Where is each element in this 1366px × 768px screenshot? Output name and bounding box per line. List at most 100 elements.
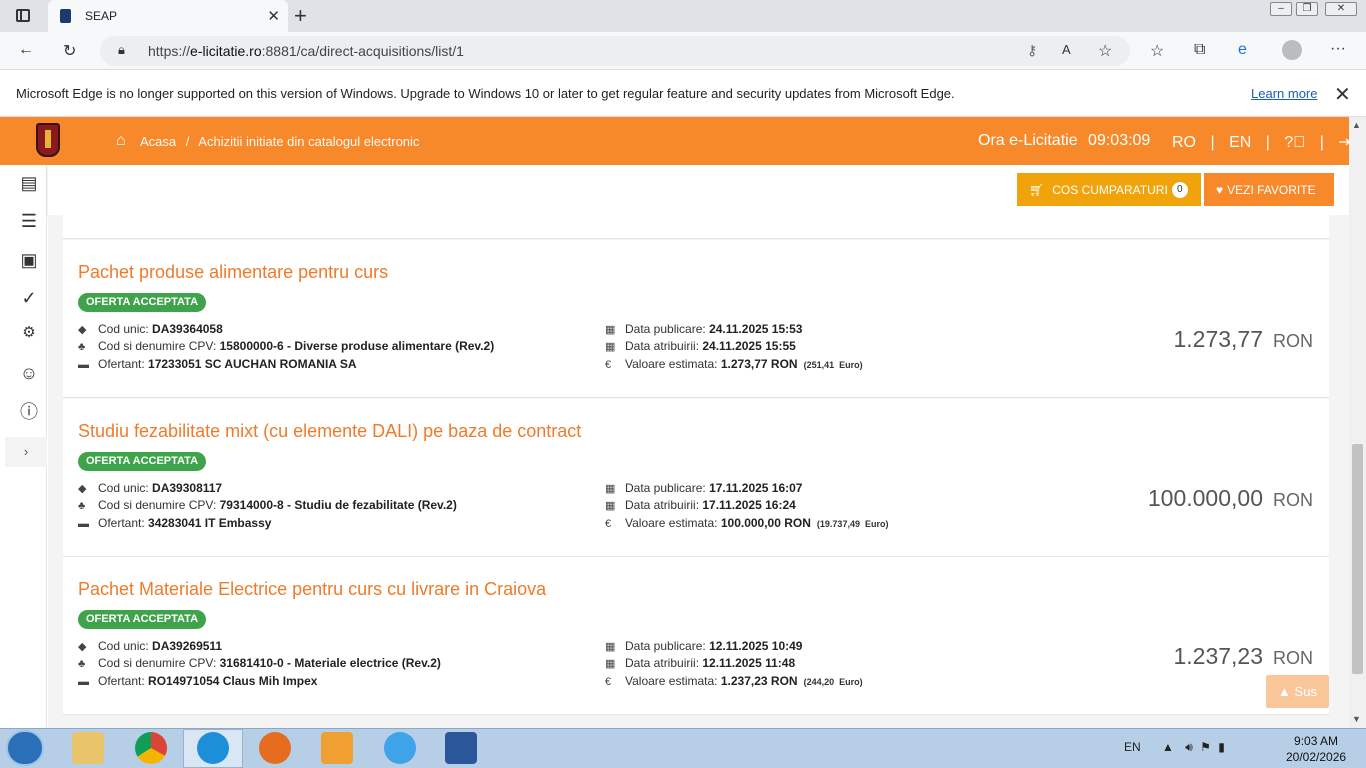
media-player-taskbar-icon[interactable] [321,732,353,764]
calendar-icon: ▦ [605,641,616,653]
cpv-row: ♣ Cod si denumire CPV: 15800000-6 - Diver… [78,339,494,353]
restore-button[interactable]: ❐ [1296,2,1318,16]
price-currency: RON [1273,490,1313,510]
scrollbar-thumb[interactable] [1352,444,1363,674]
calendar-icon: ▦ [605,483,616,495]
breadcrumb-home[interactable]: Acasa [140,134,176,149]
acquisition-title[interactable]: Studiu fezabilitate mixt (cu elemente DA… [78,421,581,442]
cod-unic-row: ◆ Cod unic: DA39308117 [78,481,222,495]
tag-icon: ◆ [78,641,87,653]
status-badge: OFERTA ACCEPTATA [78,293,207,312]
cpv-row: ♣ Cod si denumire CPV: 79314000-8 - Studi… [78,498,457,512]
system-tray: EN ▲ 🔊︎ ⚑ ▮ [1124,740,1225,755]
home-icon[interactable]: ⌂ [116,132,126,150]
data-publicare-value: 12.11.2025 10:49 [709,639,803,653]
start-button[interactable] [6,730,44,766]
data-atribuirii-row: ▦ Data atribuirii: 12.11.2025 11:48 [605,656,795,670]
acquisition-card: Studiu fezabilitate mixt (cu elemente DA… [63,399,1329,557]
scroll-down-icon[interactable]: ▼ [1352,714,1361,724]
valoare-value: 1.237,23 [720,674,768,688]
firefox-taskbar-icon[interactable] [259,732,291,764]
seap-logo[interactable] [36,123,60,157]
banner-text: Microsoft Edge is no longer supported on… [16,86,955,101]
key-icon[interactable]: ⚷ [1027,42,1037,59]
url-text[interactable]: https://e-licitatie.ro:8881/ca/direct-ac… [148,43,464,59]
add-favorite-icon[interactable]: ☆ [1098,41,1112,61]
data-atribuirii-value: 17.11.2025 16:24 [702,498,796,512]
window-close-button[interactable]: ✕ [1325,2,1357,16]
ie-mode-icon[interactable]: e [1238,41,1247,59]
price-value: 1.273,77 [1173,326,1263,352]
clipboard-check-icon[interactable]: ✓ [18,287,40,309]
refresh-icon[interactable]: ↻ [63,41,76,61]
taskbar-clock[interactable]: 9:03 AM 20/02/2026 [1286,734,1346,764]
sitemap-icon: ♣ [78,341,86,353]
acquisition-card: Pachet Materiale Electrice pentru curs c… [63,557,1329,715]
calendar-icon: ▦ [605,658,616,670]
tray-arrow-icon[interactable]: ▲ [1162,740,1174,754]
briefcase-icon: ▬ [78,676,89,688]
tab-actions-icon[interactable] [16,9,30,22]
lang-ro-link[interactable]: RO [1172,134,1196,151]
cpv-label: Cod si denumire CPV: [98,498,217,512]
edge-taskbar-icon[interactable] [197,732,229,764]
chrome-taskbar-icon[interactable] [135,732,167,764]
valoare-row: € Valoare estimata: 1.273,77 RON (251,41 E… [605,357,863,371]
cpv-value: 15800000-6 - Diverse produse alimentare … [219,339,495,353]
network-icon[interactable]: ▮ [1218,740,1225,754]
data-atribuirii-row: ▦ Data atribuirii: 24.11.2025 15:55 [605,339,796,353]
flag-icon[interactable]: ⚑ [1200,740,1211,754]
valoare-label: Valoare estimata: [625,516,718,530]
help-icon[interactable]: ?⃝ [1284,134,1305,151]
valoare-currency: RON [770,357,798,371]
cart-button[interactable]: 🛒︎ COS CUMPARATURI 0 [1017,173,1201,206]
list-export-icon[interactable]: ☰ [18,210,40,232]
taskbar-date: 20/02/2026 [1286,750,1347,764]
explorer-taskbar-icon[interactable] [72,732,104,764]
read-aloud-icon[interactable]: A [1062,42,1071,57]
minimize-button[interactable]: – [1270,2,1292,16]
calendar-icon: ▦ [605,324,616,336]
favorites-button[interactable]: ♥ VEZI FAVORITE [1204,173,1334,206]
data-atribuirii-row: ▦ Data atribuirii: 17.11.2025 16:24 [605,498,796,512]
profile-avatar-icon[interactable] [1282,40,1302,60]
new-tab-icon[interactable]: + [294,3,307,29]
scroll-top-button[interactable]: ▲ Sus [1266,675,1329,708]
breadcrumb-current: Achizitii initiate din catalogul electro… [198,134,420,149]
volume-icon[interactable]: 🔊︎ [1185,740,1193,754]
acquisition-title[interactable]: Pachet produse alimentare pentru curs [78,262,388,283]
alert-icon[interactable]: ⓘ [18,401,40,423]
data-publicare-row: ▦ Data publicare: 12.11.2025 10:49 [605,639,802,653]
price-currency: RON [1273,648,1313,668]
ofertant-row: ▬ Ofertant: RO14971054 Claus Mih Impex [78,674,317,688]
banner-close-icon[interactable]: ✕ [1334,82,1351,107]
lock-icon[interactable]: 🔒︎ [118,42,125,58]
cod-unic-value: DA39308117 [152,481,223,495]
ofertant-value: 17233051 SC AUCHAN ROMANIA SA [148,357,357,371]
scroll-up-icon[interactable]: ▲ [1352,120,1361,130]
valoare-label: Valoare estimata: [625,357,718,371]
acquisition-title[interactable]: Pachet Materiale Electrice pentru curs c… [78,579,546,600]
learn-more-link[interactable]: Learn more [1251,86,1317,101]
data-publicare-label: Data publicare: [625,639,706,653]
browser-tab[interactable]: SEAP ✕ [48,0,288,32]
catalog-icon[interactable]: ▣ [18,249,40,271]
document-icon[interactable]: ▤ [18,172,40,194]
acquisition-card: Pachet produse alimentare pentru curs OFE… [63,240,1329,398]
ie-taskbar-icon[interactable] [384,732,416,764]
back-icon[interactable]: ← [18,41,34,59]
user-icon[interactable]: ☺ [18,362,40,384]
taskbar-time: 9:03 AM [1294,734,1339,748]
favorites-icon[interactable]: ☆ [1150,41,1164,61]
heart-icon: ♥ [1216,182,1224,197]
language-indicator[interactable]: EN [1124,740,1141,754]
expand-sidebar-icon[interactable]: › [5,437,47,467]
tab-close-icon[interactable]: ✕ [267,7,280,25]
lang-en-link[interactable]: EN [1229,134,1251,151]
ofertant-row: ▬ Ofertant: 17233051 SC AUCHAN ROMANIA SA [78,357,357,371]
collections-icon[interactable]: ⧉ [1194,41,1205,59]
word-taskbar-icon[interactable] [445,732,477,764]
more-options-icon[interactable]: ··· [1330,40,1346,58]
valoare-row: € Valoare estimata: 1.237,23 RON (244,20 E… [605,674,863,688]
tractor-icon[interactable]: ⚙ [18,322,40,344]
